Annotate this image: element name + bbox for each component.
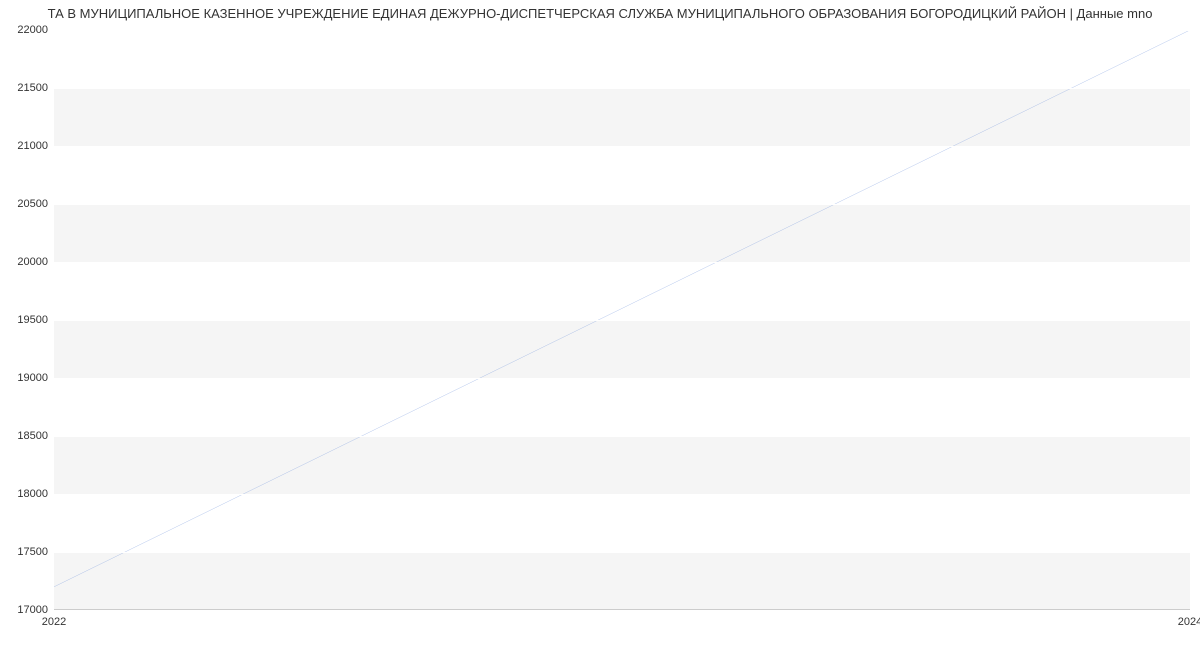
grid-line	[54, 378, 1190, 379]
x-tick-label: 2024	[1178, 610, 1200, 628]
grid-line	[54, 88, 1190, 89]
grid-line	[54, 262, 1190, 263]
y-tick-label: 20000	[17, 256, 54, 268]
y-tick-label: 17500	[17, 546, 54, 558]
y-tick-label: 20500	[17, 198, 54, 210]
grid-line	[54, 30, 1190, 31]
chart-title: ТА В МУНИЦИПАЛЬНОЕ КАЗЕННОЕ УЧРЕЖДЕНИЕ Е…	[0, 6, 1200, 21]
y-tick-label: 19000	[17, 372, 54, 384]
y-tick-label: 21000	[17, 140, 54, 152]
grid-line	[54, 610, 1190, 611]
y-tick-label: 19500	[17, 314, 54, 326]
plot-area: 1700017500180001850019000195002000020500…	[54, 30, 1190, 610]
grid-line	[54, 146, 1190, 147]
grid-line	[54, 494, 1190, 495]
y-tick-label: 22000	[17, 24, 54, 36]
chart-container: ТА В МУНИЦИПАЛЬНОЕ КАЗЕННОЕ УЧРЕЖДЕНИЕ Е…	[0, 0, 1200, 650]
grid-line	[54, 552, 1190, 553]
x-tick-label: 2022	[42, 610, 66, 628]
grid-line	[54, 204, 1190, 205]
grid-line	[54, 436, 1190, 437]
y-tick-label: 18000	[17, 488, 54, 500]
y-tick-label: 21500	[17, 82, 54, 94]
grid-line	[54, 320, 1190, 321]
y-tick-label: 18500	[17, 430, 54, 442]
